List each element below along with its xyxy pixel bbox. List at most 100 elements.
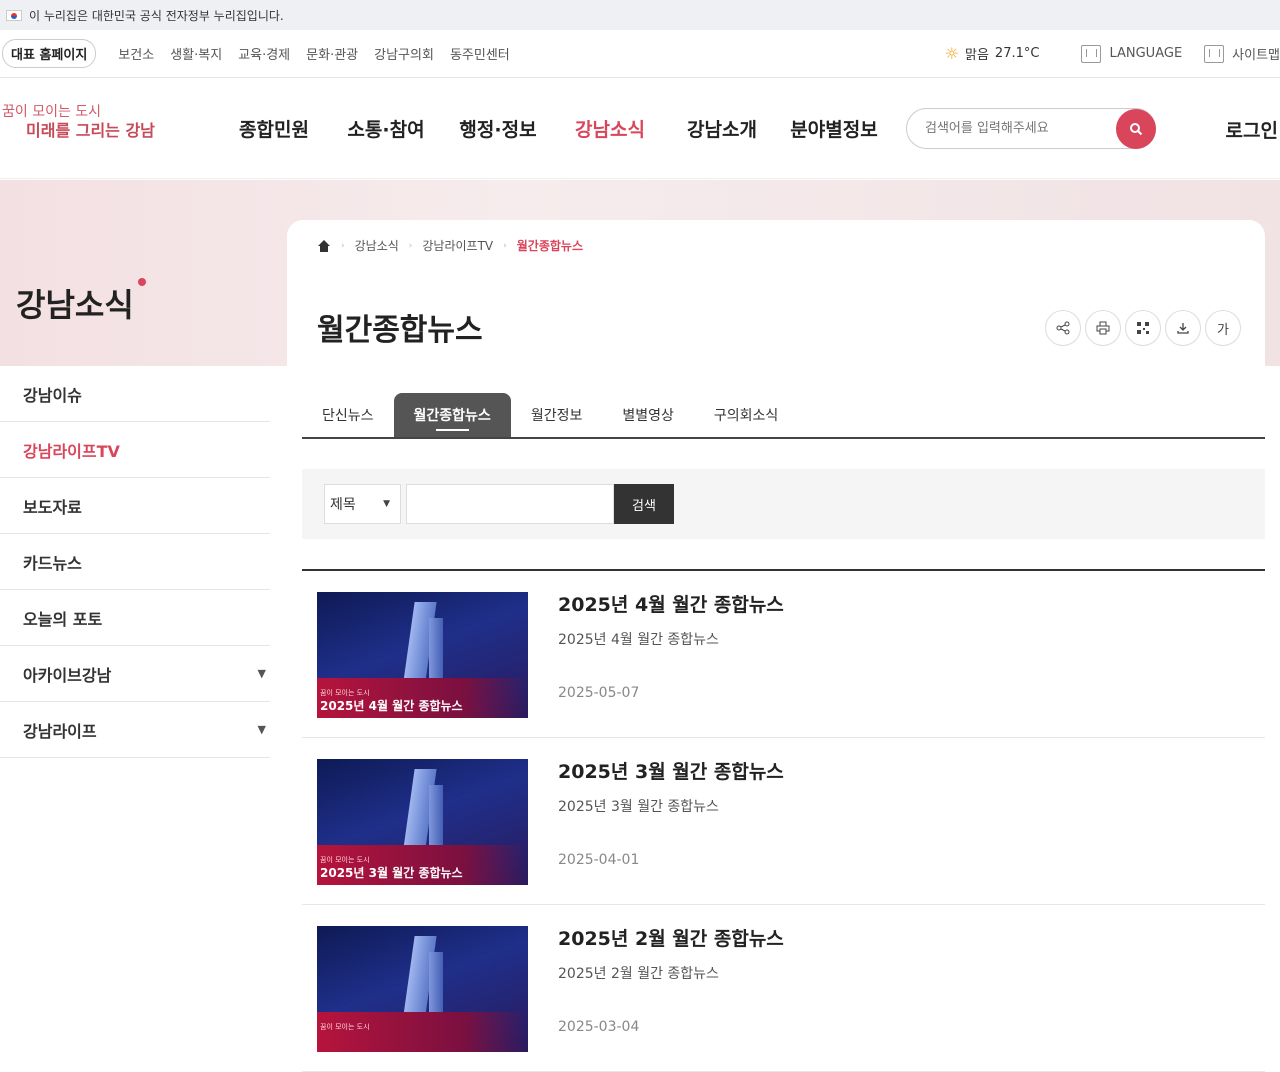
- print-icon: [1096, 321, 1110, 335]
- sub-nav: 강남이슈 강남라이프TV 보도자료 카드뉴스 오늘의 포토 아카이브강남 ▼ 강남…: [0, 366, 270, 758]
- lnb-item-photo[interactable]: 오늘의 포토: [0, 590, 270, 646]
- gov-banner: 이 누리집은 대한민국 공식 전자정부 누리집입니다.: [0, 0, 1280, 30]
- breadcrumb-separator: ›: [341, 240, 345, 251]
- lnb-item-label: 오늘의 포토: [23, 609, 103, 629]
- util-link-education[interactable]: 교육·경제: [238, 44, 290, 63]
- breadcrumb-item-lifetv[interactable]: 강남라이프TV: [422, 237, 493, 254]
- sitemap-button[interactable]: 사이트맵: [1204, 44, 1280, 63]
- tab-monthly-news[interactable]: 월간종합뉴스: [393, 393, 511, 437]
- utility-right: ☼ 맑음 27.1°C LANGUAGE 사이트맵: [945, 44, 1280, 63]
- article-title[interactable]: 2025년 4월 월간 종합뉴스: [558, 590, 784, 617]
- breadcrumb-item-current[interactable]: 월간종합뉴스: [517, 237, 583, 254]
- thumbnail-tower-graphic: [429, 952, 443, 1016]
- print-button[interactable]: [1085, 310, 1121, 346]
- lnb-item-lifetv[interactable]: 강남라이프TV: [0, 422, 270, 478]
- thumbnail-caption: 2025년 3월 월간 종합뉴스: [320, 866, 463, 880]
- utility-bar: 대표 홈페이지 보건소 생활·복지 교육·경제 문화·관광 강남구의회 동주민센…: [0, 30, 1280, 78]
- gnb-item-about[interactable]: 강남소개: [666, 115, 778, 142]
- lnb-item-archive[interactable]: 아카이브강남 ▼: [0, 646, 270, 702]
- sitemap-label: 사이트맵: [1232, 48, 1280, 63]
- breadcrumb: › 강남소식 › 강남라이프TV › 월간종합뉴스: [317, 237, 583, 254]
- home-icon[interactable]: [317, 239, 331, 252]
- login-link[interactable]: 로그인: [1226, 116, 1278, 143]
- font-size-button[interactable]: 가: [1205, 310, 1241, 346]
- list-item[interactable]: 꿈이 모이는 도시 2025년 4월 월간 종합뉴스 2025년 4월 월간 종…: [302, 571, 1265, 738]
- title-accent-dot: [137, 278, 146, 286]
- list-item[interactable]: 꿈이 모이는 도시 2025년 3월 월간 종합뉴스 2025년 3월 월간 종…: [302, 738, 1265, 905]
- article-thumbnail[interactable]: 꿈이 모이는 도시: [317, 926, 528, 1052]
- board-search-input[interactable]: [406, 484, 614, 524]
- share-button[interactable]: [1045, 310, 1081, 346]
- lnb-item-press[interactable]: 보도자료: [0, 478, 270, 534]
- list-item[interactable]: 꿈이 모이는 도시 2025년 2월 월간 종합뉴스 2025년 2월 월간 종…: [302, 905, 1265, 1072]
- main-content: 단신뉴스 월간종합뉴스 월간정보 별별영상 구의회소식 제목 ▼ 검색 꿈이 모…: [302, 380, 1265, 1072]
- gnb-item-civil-service[interactable]: 종합민원: [218, 115, 330, 142]
- article-summary: 2025년 4월 월간 종합뉴스: [558, 632, 719, 648]
- util-link-culture[interactable]: 문화·관광: [306, 44, 358, 63]
- qr-button[interactable]: [1125, 310, 1161, 346]
- section-title: 강남소식: [16, 278, 146, 326]
- chevron-down-icon: ▼: [257, 723, 266, 736]
- article-summary: 2025년 3월 월간 종합뉴스: [558, 799, 719, 815]
- util-link-community-center[interactable]: 동주민센터: [450, 44, 510, 63]
- article-date: 2025-05-07: [558, 685, 640, 701]
- lnb-item-label: 강남이슈: [23, 385, 82, 405]
- gnb-item-fields[interactable]: 분야별정보: [778, 115, 890, 142]
- board-search-button[interactable]: 검색: [614, 484, 674, 524]
- site-search: [906, 108, 1156, 149]
- gnb-item-administration[interactable]: 행정·정보: [442, 115, 554, 142]
- util-link-welfare[interactable]: 생활·복지: [170, 44, 222, 63]
- main-homepage-button[interactable]: 대표 홈페이지: [2, 39, 97, 68]
- util-link-council[interactable]: 강남구의회: [374, 44, 434, 63]
- tab-monthly-info[interactable]: 월간정보: [511, 393, 603, 437]
- search-field-value: 제목: [330, 497, 356, 513]
- article-date: 2025-04-01: [558, 852, 640, 868]
- breadcrumb-separator: ›: [408, 240, 413, 251]
- article-thumbnail[interactable]: 꿈이 모이는 도시 2025년 3월 월간 종합뉴스: [317, 759, 528, 885]
- tab-short-news[interactable]: 단신뉴스: [302, 393, 394, 437]
- lnb-item-label: 강남라이프: [23, 721, 97, 741]
- utility-links: 보건소 생활·복지 교육·경제 문화·관광 강남구의회 동주민센터: [118, 44, 509, 63]
- main-nav: 종합민원 소통·참여 행정·정보 강남소식 강남소개 분야별정보: [218, 115, 890, 142]
- breadcrumb-separator: ›: [503, 240, 507, 251]
- logo-line2: 미래를 그리는 강남: [26, 121, 155, 140]
- thumbnail-tower-graphic: [429, 618, 443, 682]
- share-icon: [1056, 321, 1070, 335]
- site-search-input[interactable]: [925, 121, 1105, 136]
- tab-videos[interactable]: 별별영상: [602, 393, 694, 437]
- lnb-item-issue[interactable]: 강남이슈: [0, 366, 270, 422]
- sitemap-icon: [1204, 44, 1225, 63]
- board-search: 제목 ▼ 검색: [302, 469, 1265, 539]
- lnb-item-life[interactable]: 강남라이프 ▼: [0, 702, 270, 758]
- tab-council-news[interactable]: 구의회소식: [694, 393, 798, 437]
- search-field-select[interactable]: 제목 ▼: [324, 484, 401, 524]
- weather-condition: 맑음: [965, 48, 989, 63]
- article-list: 꿈이 모이는 도시 2025년 4월 월간 종합뉴스 2025년 4월 월간 종…: [302, 569, 1265, 1072]
- lnb-item-label: 아카이브강남: [23, 665, 112, 685]
- breadcrumb-item-news[interactable]: 강남소식: [355, 237, 399, 254]
- search-icon: [1130, 123, 1143, 136]
- site-search-button[interactable]: [1116, 109, 1156, 149]
- download-button[interactable]: [1165, 310, 1201, 346]
- section-title-text: 강남소식: [16, 286, 134, 324]
- article-thumbnail[interactable]: 꿈이 모이는 도시 2025년 4월 월간 종합뉴스: [317, 592, 528, 718]
- weather-temp: 27.1°C: [994, 46, 1040, 61]
- weather-widget: ☼ 맑음 27.1°C: [945, 44, 1040, 63]
- lnb-item-label: 보도자료: [23, 497, 82, 517]
- thumbnail-caption: 2025년 4월 월간 종합뉴스: [320, 699, 463, 713]
- korea-flag-icon: [6, 9, 22, 21]
- language-book-icon: [1081, 44, 1102, 63]
- lnb-item-cardnews[interactable]: 카드뉴스: [0, 534, 270, 590]
- article-title[interactable]: 2025년 2월 월간 종합뉴스: [558, 924, 784, 951]
- language-button[interactable]: LANGUAGE: [1081, 44, 1182, 63]
- gnb-item-news[interactable]: 강남소식: [554, 115, 666, 142]
- util-link-health[interactable]: 보건소: [118, 44, 154, 63]
- download-icon: [1177, 323, 1189, 334]
- article-title[interactable]: 2025년 3월 월간 종합뉴스: [558, 757, 784, 784]
- lnb-item-label: 카드뉴스: [23, 553, 82, 573]
- thumbnail-tower-graphic: [429, 785, 443, 849]
- font-size-label: 가: [1217, 322, 1229, 338]
- gnb-item-participation[interactable]: 소통·참여: [330, 115, 442, 142]
- qr-code-icon: [1137, 322, 1149, 334]
- site-logo[interactable]: 꿈이 모이는 도시 미래를 그리는 강남: [0, 103, 155, 153]
